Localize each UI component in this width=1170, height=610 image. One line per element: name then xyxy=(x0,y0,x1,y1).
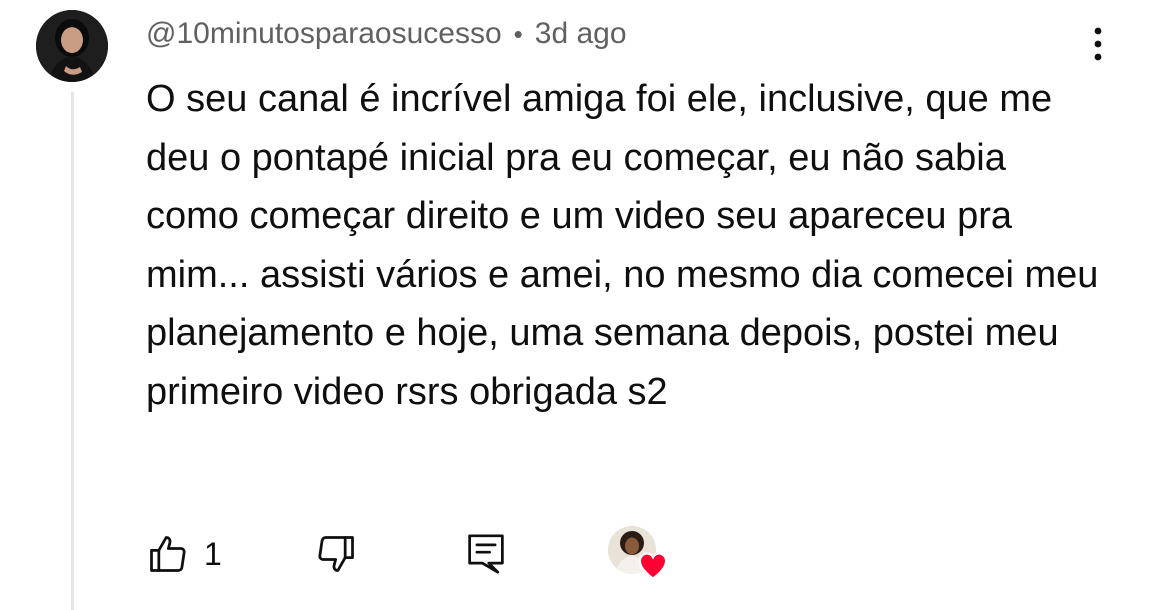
comment-text: O seu canal é incrível amiga foi ele, in… xyxy=(146,78,1099,413)
more-vertical-icon xyxy=(1094,27,1102,61)
like-button[interactable]: 1 xyxy=(146,526,222,582)
comment-timestamp[interactable]: 3d ago xyxy=(535,17,627,51)
thumbs-up-icon xyxy=(150,536,186,572)
more-options-button[interactable] xyxy=(1080,24,1116,68)
separator-dot: • xyxy=(513,18,523,49)
reply-button[interactable] xyxy=(466,526,506,582)
creator-heart-badge[interactable] xyxy=(608,526,672,586)
like-count: 1 xyxy=(204,535,222,572)
thread-line xyxy=(71,92,74,610)
thumbs-down-icon xyxy=(318,536,354,572)
comment-header: @10minutosparaosucesso • 3d ago xyxy=(146,12,627,56)
author-avatar[interactable] xyxy=(36,10,108,82)
heart-icon xyxy=(638,552,668,580)
comment-reply-icon xyxy=(468,534,504,574)
dislike-button[interactable] xyxy=(314,526,358,582)
author-name[interactable]: @10minutosparaosucesso xyxy=(146,17,502,51)
